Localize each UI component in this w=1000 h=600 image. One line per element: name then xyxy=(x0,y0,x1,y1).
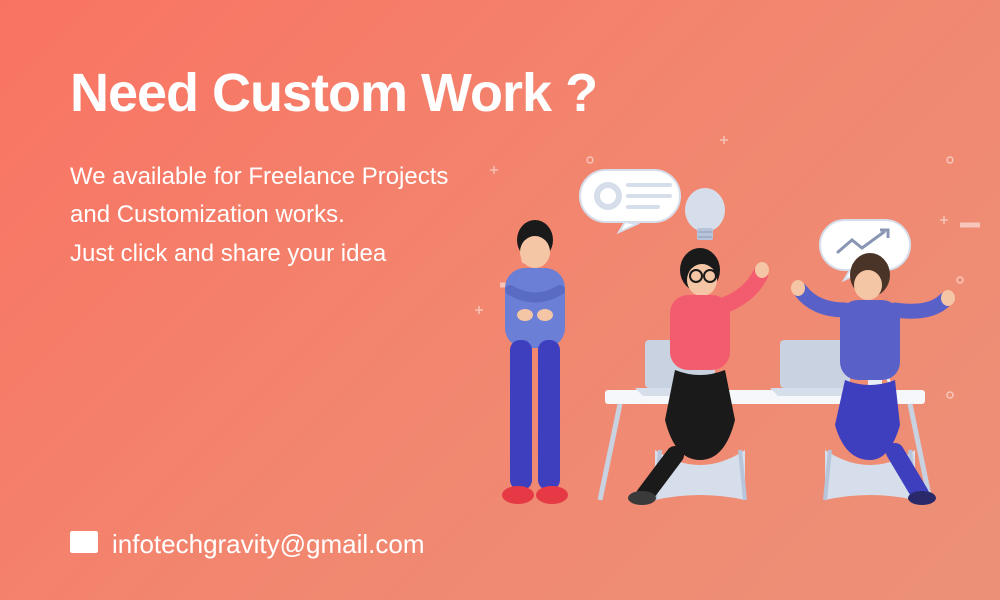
team-illustration xyxy=(450,130,980,510)
page-title: Need Custom Work ? xyxy=(70,62,597,124)
email-text: infotechgravity@gmail.com xyxy=(112,529,425,560)
subtext-line-3: Just click and share your idea xyxy=(70,235,448,273)
subtext-line-2: and Customization works. xyxy=(70,196,448,234)
contact-email[interactable]: infotechgravity@gmail.com xyxy=(70,529,425,560)
subtext-line-1: We available for Freelance Projects xyxy=(70,158,448,196)
page-subtext: We available for Freelance Projects and … xyxy=(70,158,448,273)
mail-icon xyxy=(70,529,98,560)
